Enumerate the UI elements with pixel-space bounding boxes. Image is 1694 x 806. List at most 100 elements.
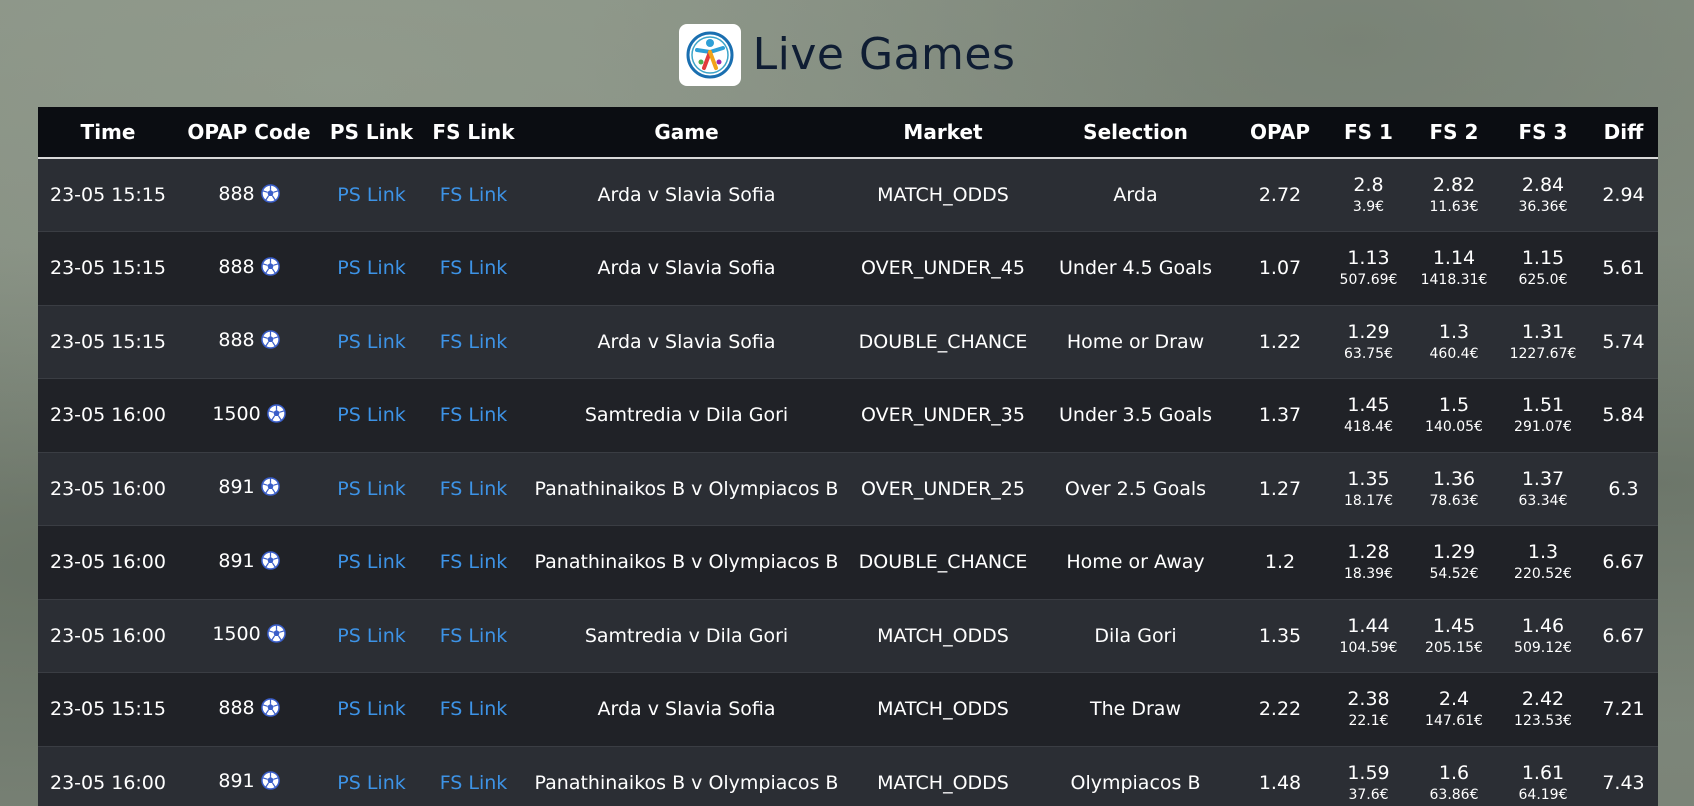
cell-opap-odds: 1.48 <box>1234 746 1326 806</box>
ps-link[interactable]: PS Link <box>337 551 405 573</box>
fs-link[interactable]: FS Link <box>440 551 508 573</box>
fs1-amount: 507.69€ <box>1339 272 1398 289</box>
ps-link[interactable]: PS Link <box>337 184 405 206</box>
fs-link[interactable]: FS Link <box>440 625 508 647</box>
table-row: 23-05 16:00 891 PS Link FS Link Panathin… <box>38 452 1658 526</box>
cell-time: 23-05 15:15 <box>38 305 178 379</box>
cell-fs3: 1.31 1227.67€ <box>1497 305 1589 379</box>
market-text: MATCH_ODDS <box>877 771 1009 794</box>
table-row: 23-05 16:00 1500 PS Link FS Link Samtred… <box>38 599 1658 673</box>
cell-opap-odds: 2.22 <box>1234 673 1326 747</box>
column-header-fs-link[interactable]: FS Link <box>423 107 524 158</box>
column-header-diff[interactable]: Diff <box>1589 107 1658 158</box>
diff-text: 6.67 <box>1602 551 1645 574</box>
opap-code-text: 1500 <box>212 402 261 425</box>
cell-game: Samtredia v Dila Gori <box>524 379 849 453</box>
column-header-ps-link[interactable]: PS Link <box>320 107 423 158</box>
cell-fs-link: FS Link <box>423 158 524 232</box>
cell-time: 23-05 16:00 <box>38 452 178 526</box>
table-row: 23-05 15:15 888 PS Link FS Link Arda v S… <box>38 305 1658 379</box>
fs2-odds: 2.4 <box>1438 688 1470 711</box>
cell-ps-link: PS Link <box>320 452 423 526</box>
fs3-amount: 509.12€ <box>1514 639 1572 656</box>
selection-text: The Draw <box>1089 698 1181 721</box>
ps-link[interactable]: PS Link <box>337 625 405 647</box>
ps-link[interactable]: PS Link <box>337 478 405 500</box>
fs-link[interactable]: FS Link <box>440 698 508 720</box>
column-header-market[interactable]: Market <box>849 107 1037 158</box>
cell-opap-code: 888 <box>178 673 320 747</box>
ps-link[interactable]: PS Link <box>337 257 405 279</box>
ps-link[interactable]: PS Link <box>337 404 405 426</box>
fs1-amount: 63.75€ <box>1344 345 1393 362</box>
fs3-odds: 1.46 <box>1521 614 1565 637</box>
fs-link[interactable]: FS Link <box>440 184 508 206</box>
cell-market: MATCH_ODDS <box>849 599 1037 673</box>
fs1-amount: 3.9€ <box>1352 199 1385 215</box>
selection-text: Dila Gori <box>1094 624 1177 647</box>
cell-fs2: 1.3 460.4€ <box>1411 305 1497 379</box>
page-title: Live Games <box>752 29 1016 80</box>
fs1-amount: 37.6€ <box>1348 786 1389 803</box>
fs3-odds: 1.37 <box>1521 467 1565 490</box>
ps-link[interactable]: PS Link <box>337 698 405 720</box>
column-header-fs1[interactable]: FS 1 <box>1326 107 1411 158</box>
fs-link[interactable]: FS Link <box>440 404 508 426</box>
table-row: 23-05 16:00 891 PS Link FS Link Panathin… <box>38 746 1658 806</box>
fs2-odds: 1.45 <box>1432 614 1476 637</box>
ps-link[interactable]: PS Link <box>337 331 405 353</box>
cell-fs3: 2.42 123.53€ <box>1497 673 1589 747</box>
cell-selection: Over 2.5 Goals <box>1037 452 1234 526</box>
ps-link[interactable]: PS Link <box>337 772 405 794</box>
column-header-fs3[interactable]: FS 3 <box>1497 107 1589 158</box>
opap-code-text: 888 <box>218 182 255 205</box>
column-header-time[interactable]: Time <box>38 107 178 158</box>
column-header-fs2[interactable]: FS 2 <box>1411 107 1497 158</box>
fs1-odds: 1.35 <box>1347 467 1390 490</box>
fs-link[interactable]: FS Link <box>440 257 508 279</box>
cell-opap-odds: 2.72 <box>1234 158 1326 232</box>
time-text: 23-05 16:00 <box>49 404 166 427</box>
cell-market: OVER_UNDER_25 <box>849 452 1037 526</box>
cell-opap-odds: 1.22 <box>1234 305 1326 379</box>
table-header-row: Time OPAP Code PS Link FS Link Game Mark… <box>38 107 1658 158</box>
cell-game: Arda v Slavia Sofia <box>524 305 849 379</box>
fs2-odds: 1.5 <box>1438 394 1470 417</box>
cell-selection: Under 3.5 Goals <box>1037 379 1234 453</box>
cell-diff: 6.3 <box>1589 452 1658 526</box>
opap-odds-text: 2.72 <box>1258 184 1302 206</box>
cell-opap-odds: 1.07 <box>1234 232 1326 306</box>
column-header-opap[interactable]: OPAP <box>1234 107 1326 158</box>
game-text: Arda v Slavia Sofia <box>597 330 776 353</box>
cell-time: 23-05 16:00 <box>38 379 178 453</box>
game-text: Panathinaikos B v Olympiacos B <box>534 477 839 500</box>
table-row: 23-05 15:15 888 PS Link FS Link Arda v S… <box>38 231 1658 306</box>
column-header-opap-code[interactable]: OPAP Code <box>178 107 320 158</box>
fs-link[interactable]: FS Link <box>440 478 508 500</box>
cell-time: 23-05 15:15 <box>38 673 178 747</box>
opap-code-text: 1500 <box>212 623 261 646</box>
cell-ps-link: PS Link <box>320 673 423 747</box>
fs1-odds: 1.13 <box>1347 247 1390 270</box>
selection-text: Olympiacos B <box>1070 771 1201 794</box>
cell-game: Arda v Slavia Sofia <box>524 673 849 747</box>
fs3-amount: 123.53€ <box>1514 713 1572 730</box>
time-text: 23-05 15:15 <box>49 330 166 353</box>
cell-fs3: 1.3 220.52€ <box>1497 526 1589 600</box>
fs3-odds: 1.3 <box>1527 541 1559 564</box>
cell-market: MATCH_ODDS <box>849 158 1037 232</box>
diff-text: 6.3 <box>1608 477 1639 500</box>
table-row: 23-05 15:15 888 PS Link FS Link Arda v S… <box>38 672 1658 747</box>
opap-odds-text: 2.22 <box>1258 698 1302 721</box>
column-header-game[interactable]: Game <box>524 107 849 158</box>
game-text: Arda v Slavia Sofia <box>597 698 776 721</box>
cell-diff: 5.61 <box>1589 232 1658 306</box>
cell-opap-code: 888 <box>178 305 320 379</box>
fs-link[interactable]: FS Link <box>440 772 508 794</box>
cell-fs3: 1.15 625.0€ <box>1497 232 1589 306</box>
market-text: DOUBLE_CHANCE <box>858 330 1028 353</box>
fs-link[interactable]: FS Link <box>440 331 508 353</box>
column-header-selection[interactable]: Selection <box>1037 107 1234 158</box>
time-text: 23-05 16:00 <box>49 551 166 574</box>
market-text: OVER_UNDER_45 <box>861 257 1025 280</box>
